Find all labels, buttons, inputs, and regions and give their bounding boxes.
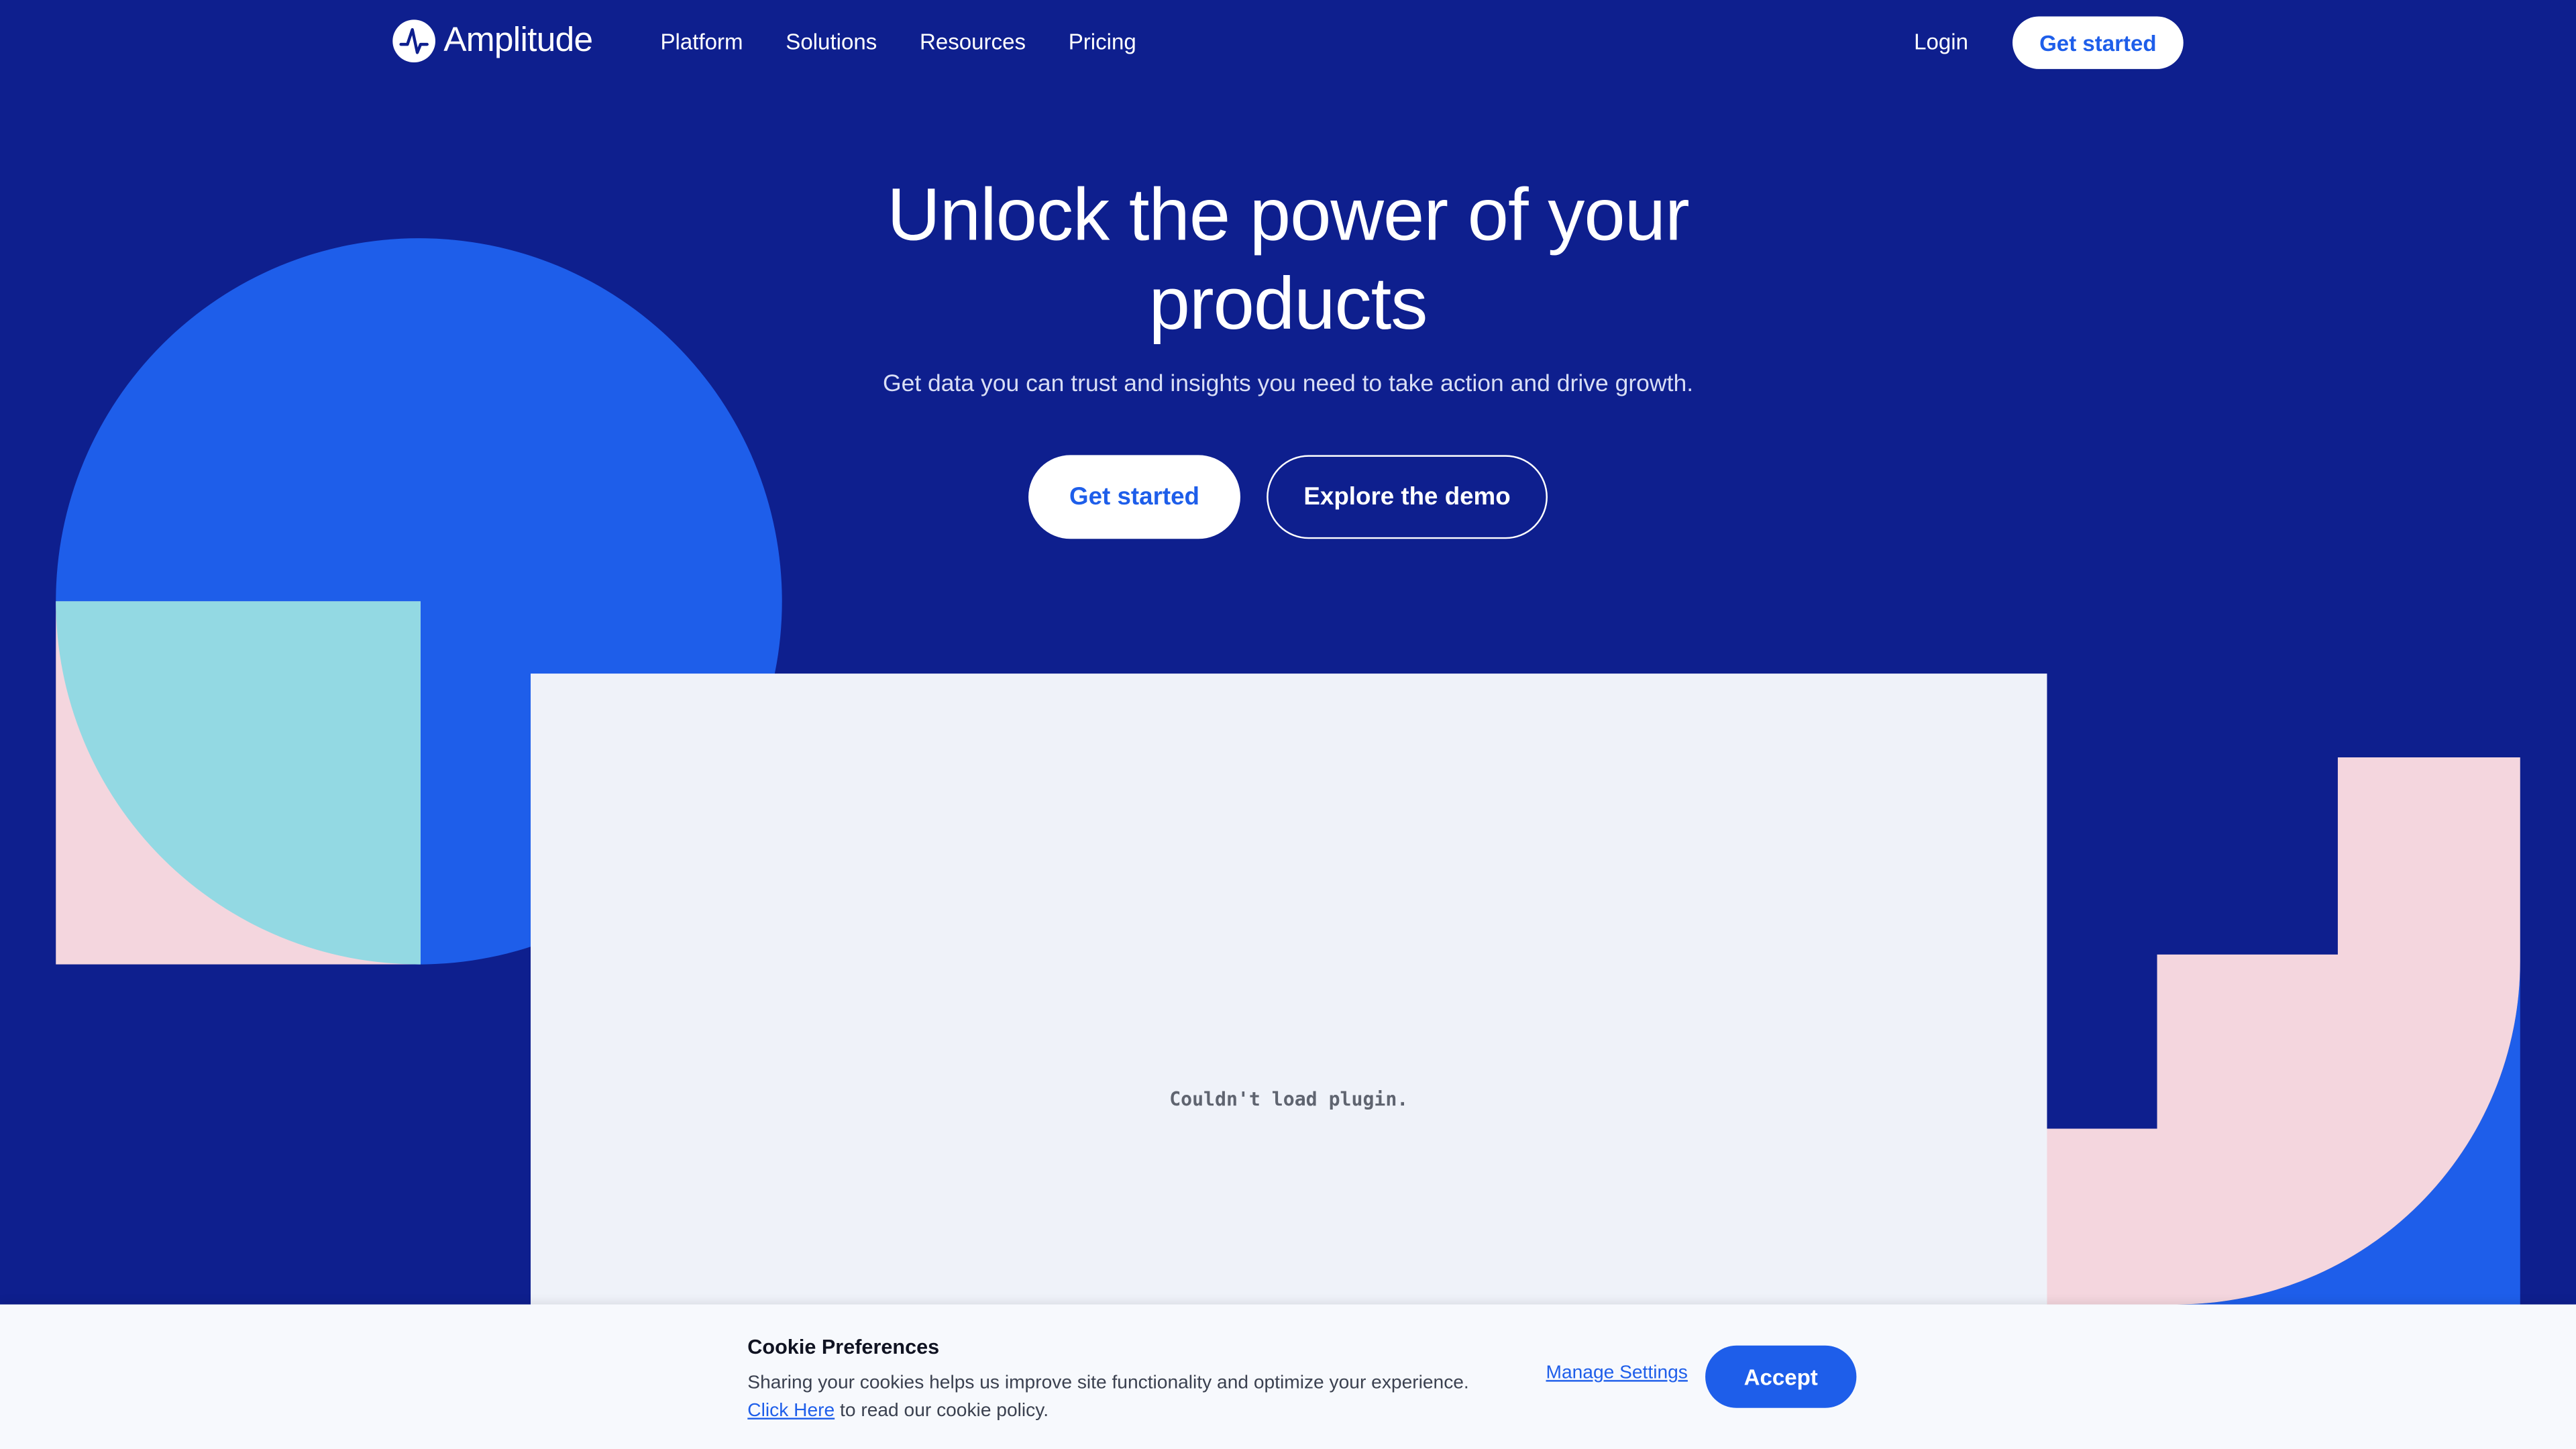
nav-get-started-button[interactable]: Get started: [2012, 16, 2184, 69]
hero-subtitle: Get data you can trust and insights you …: [882, 371, 1694, 398]
nav-link-resources[interactable]: Resources: [920, 30, 1026, 54]
cookie-link-suffix: to read our cookie policy.: [835, 1401, 1049, 1421]
explore-demo-button[interactable]: Explore the demo: [1267, 455, 1548, 539]
page: Amplitude Platform Solutions Resources P…: [0, 0, 2576, 1449]
brand-name: Amplitude: [443, 21, 593, 60]
cookie-body: Sharing your cookies helps us improve si…: [747, 1370, 1519, 1426]
amplitude-logo-icon: [392, 19, 435, 63]
nav-link-solutions[interactable]: Solutions: [786, 30, 877, 54]
login-link[interactable]: Login: [1914, 30, 1968, 54]
nav-link-pricing[interactable]: Pricing: [1069, 30, 1136, 54]
cookie-policy-link[interactable]: Click Here: [747, 1401, 835, 1421]
main-nav: Platform Solutions Resources Pricing: [660, 30, 1136, 54]
accept-cookies-button[interactable]: Accept: [1705, 1345, 1857, 1408]
brand-logo[interactable]: Amplitude: [392, 19, 593, 63]
nav-link-platform[interactable]: Platform: [660, 30, 743, 54]
hero-title: Unlock the power of your products: [887, 172, 1689, 345]
hero-get-started-button[interactable]: Get started: [1028, 455, 1240, 539]
plugin-error-message: Couldn't load plugin.: [1169, 1087, 1409, 1111]
cookie-title: Cookie Preferences: [747, 1336, 940, 1359]
decor-right-shapes: [2045, 757, 2520, 1305]
cookie-banner: Cookie Preferences Sharing your cookies …: [0, 1304, 2576, 1449]
manage-settings-link[interactable]: Manage Settings: [1546, 1364, 1688, 1383]
cookie-body-text: Sharing your cookies helps us improve si…: [747, 1373, 1469, 1393]
